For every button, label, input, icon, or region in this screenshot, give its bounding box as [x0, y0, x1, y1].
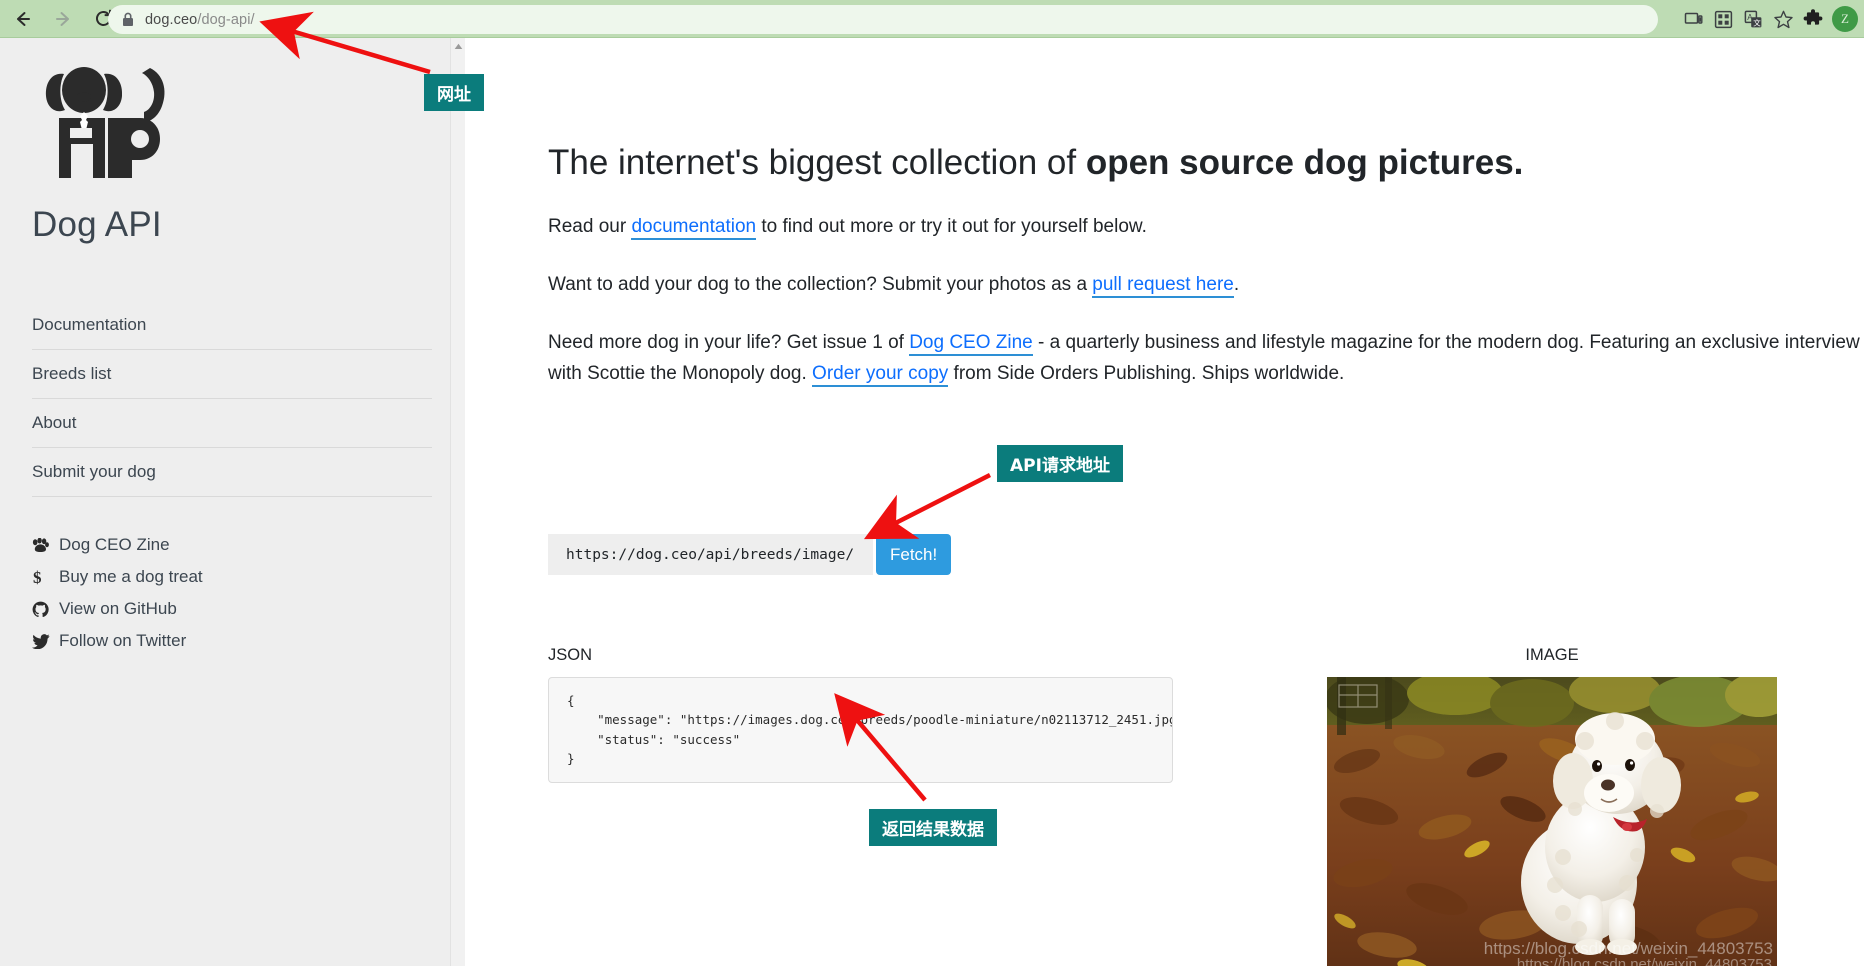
image-label: IMAGE: [1525, 646, 1579, 664]
url-path: /dog-api/: [197, 11, 255, 28]
social-link-dog-ceo-zine[interactable]: Dog CEO Zine: [32, 529, 432, 561]
back-button[interactable]: [6, 2, 40, 36]
dog-ceo-zine-link[interactable]: Dog CEO Zine: [909, 331, 1033, 356]
forward-button[interactable]: [46, 2, 80, 36]
sidebar: Dog API Documentation Breeds list About …: [0, 38, 465, 966]
social-link-label: Dog CEO Zine: [59, 535, 170, 554]
p2-text-b: .: [1233, 273, 1240, 295]
image-panel: IMAGE https://blog.csdn.net/weixin_44803…: [1327, 646, 1777, 966]
cast-icon[interactable]: [1678, 4, 1708, 34]
annotation-label-api-url: API请求地址: [997, 445, 1123, 482]
address-bar[interactable]: dog.ceo/dog-api/: [108, 5, 1658, 34]
paragraph-submit: Want to add your dog to the collection? …: [548, 243, 1864, 301]
annotation-label-result-data: 返回结果数据: [869, 809, 997, 846]
twitter-icon: [32, 633, 54, 649]
toolbar-actions: A 文 Z: [1678, 0, 1860, 38]
scroll-up-arrow-icon[interactable]: [451, 38, 466, 54]
dog-photo: https://blog.csdn.net/weixin_44803753 ht…: [1327, 677, 1777, 966]
p2-text-a: Want to add your dog to the collection? …: [548, 273, 1093, 295]
page-title: Dog API: [32, 205, 162, 244]
social-link-follow-on-twitter[interactable]: Follow on Twitter: [32, 625, 432, 657]
url-domain: dog.ceo: [145, 11, 198, 28]
p3-text-c: from Side Orders Publishing. Ships world…: [948, 363, 1345, 385]
profile-avatar[interactable]: Z: [1832, 6, 1858, 32]
dollar-icon: $: [32, 568, 54, 586]
translate-icon[interactable]: A 文: [1738, 4, 1768, 34]
paw-icon: [32, 537, 54, 553]
github-icon: [32, 601, 54, 618]
paragraph-zine: Need more dog in your life? Get issue 1 …: [548, 301, 1864, 391]
url-text: dog.ceo/dog-api/: [145, 12, 255, 28]
headline-strong: open source dog pictures.: [1085, 143, 1524, 182]
annotation-label-url: 网址: [424, 74, 484, 111]
social-link-label: View on GitHub: [59, 599, 177, 618]
main-content: The internet's biggest collection of ope…: [465, 38, 1864, 966]
p3-text-a: Need more dog in your life? Get issue 1 …: [548, 331, 910, 353]
api-request-form: Fetch!: [548, 534, 952, 575]
p1-text-b: to find out more or try it out for yours…: [756, 215, 1147, 237]
back-arrow-icon: [17, 11, 30, 26]
sidebar-scrollbar[interactable]: [450, 38, 465, 966]
sidebar-item-breeds-list[interactable]: Breeds list: [32, 350, 432, 399]
order-your-copy-link[interactable]: Order your copy: [812, 363, 949, 388]
documentation-link[interactable]: documentation: [631, 215, 757, 240]
forward-arrow-icon: [56, 11, 69, 26]
lock-icon: [122, 12, 134, 27]
social-link-label: Follow on Twitter: [59, 631, 187, 650]
svg-text:$: $: [33, 568, 42, 586]
browser-toolbar: dog.ceo/dog-api/ A 文 Z: [0, 0, 1864, 38]
fetch-button[interactable]: Fetch!: [876, 534, 952, 575]
qr-code-icon[interactable]: [1708, 4, 1738, 34]
extensions-puzzle-icon[interactable]: [1798, 4, 1828, 34]
bookmark-star-icon[interactable]: [1768, 4, 1798, 34]
social-link-label: Buy me a dog treat: [59, 567, 203, 586]
social-link-buy-me-a-dog-treat[interactable]: $ Buy me a dog treat: [32, 561, 432, 593]
json-output: { "message": "https://images.dog.ceo/bre…: [548, 677, 1173, 783]
dog-api-logo: [32, 38, 432, 183]
json-panel: JSON { "message": "https://images.dog.ce…: [548, 646, 1173, 783]
headline-prefix: The internet's biggest collection of: [548, 143, 1086, 182]
headline: The internet's biggest collection of ope…: [548, 38, 1864, 185]
paragraph-documentation: Read our documentation to find out more …: [548, 185, 1864, 243]
pull-request-link[interactable]: pull request here: [1092, 273, 1234, 298]
sidebar-item-submit-your-dog[interactable]: Submit your dog: [32, 448, 432, 497]
sidebar-item-about[interactable]: About: [32, 399, 432, 448]
svg-text:https://blog.csdn.net/weixin_4: https://blog.csdn.net/weixin_44803753: [1517, 956, 1772, 966]
sidebar-item-documentation[interactable]: Documentation: [32, 301, 432, 350]
svg-text:文: 文: [1753, 17, 1761, 27]
json-label: JSON: [548, 646, 593, 664]
api-url-input[interactable]: [548, 534, 873, 575]
p1-text-a: Read our: [548, 215, 632, 237]
sidebar-nav: Documentation Breeds list About Submit y…: [32, 301, 432, 497]
sidebar-social-links: Dog CEO Zine $ Buy me a dog treat View o…: [32, 529, 432, 657]
social-link-view-on-github[interactable]: View on GitHub: [32, 593, 432, 625]
